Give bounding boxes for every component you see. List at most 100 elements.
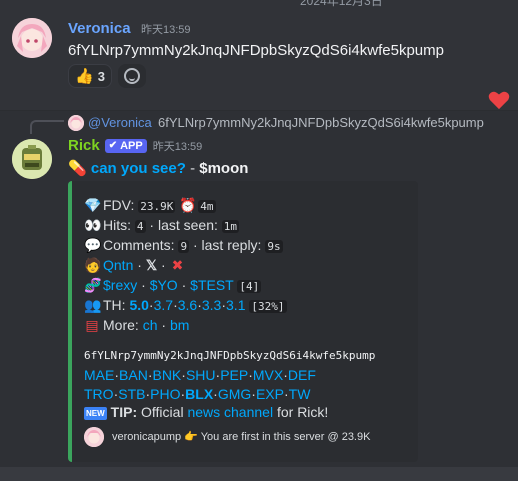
busts-icon: 👥 (84, 297, 102, 313)
contract-address[interactable]: 6fYLNrp7ymmNy2kJnqJNFDpbSkyzQdS6i4kwfe5k… (84, 349, 375, 362)
message-veronica[interactable]: Veronica 昨天13:59 6fYLNrp7ymmNy2kJnqJNFDp… (0, 14, 518, 110)
last-seen-value: 1m (221, 220, 240, 233)
composer-edge (0, 467, 518, 481)
news-channel-link[interactable]: news channel (187, 404, 273, 420)
links-row-2: TRO·STB·PHO·BLX·GMG·EXP·TW (84, 386, 311, 402)
footer-text: You are first in this server @ 23.9K (200, 431, 371, 443)
add-reaction-button[interactable] (118, 64, 146, 88)
footer-avatar (84, 427, 104, 447)
comments-row: 💬 Comments: 9 · last reply: 9s (84, 237, 283, 254)
more-row: ▤ More: ch · bm (85, 317, 190, 333)
tickers-row: 🧬 $rexy · $YO · $TEST [4] (84, 277, 262, 293)
fdv-label: FDV: (103, 197, 135, 213)
person-icon: 🧑 (84, 257, 102, 273)
message-header: Veronica 昨天13:59 (68, 20, 191, 38)
link-mvx[interactable]: MVX (253, 367, 283, 383)
reaction-count: 3 (97, 68, 105, 84)
thumbs-up-icon: 👍 (75, 68, 94, 85)
link-gmg[interactable]: GMG (218, 386, 251, 402)
link-def[interactable]: DEF (288, 367, 316, 383)
age-value: 4m (198, 200, 216, 213)
headline-separator: - (185, 160, 200, 177)
hits-value: 4 (134, 220, 146, 233)
tip-suffix: for Rick! (276, 404, 329, 420)
socials-row: 🧑 Qntn · 𝕏 · ✖ (84, 257, 189, 274)
reply-author[interactable]: @Veronica (88, 115, 152, 130)
diamond-icon: 💎 (84, 197, 102, 213)
discord-chat-view: 2024年12月3日 Veronica 昨天13:59 6fYLNrp7ymmN… (0, 0, 518, 481)
last-reply-value: 9s (265, 240, 283, 253)
reply-preview[interactable]: 6fYLNrp7ymmNy2kJnqJNFDpbSkyzQdS6i4kwfe5k… (158, 115, 484, 130)
hand-pointing-icon: 👉 (184, 431, 201, 443)
link-shu[interactable]: SHU (186, 367, 216, 383)
hits-label: Hits: (103, 217, 131, 233)
link-blx[interactable]: BLX (185, 386, 213, 402)
link-stb[interactable]: STB (118, 386, 145, 402)
last-reply-label: · last reply: (192, 237, 262, 253)
tip-label: TIP: (110, 404, 138, 420)
link-pep[interactable]: PEP (220, 367, 248, 383)
smile-icon (124, 68, 140, 84)
app-badge-label: APP (120, 139, 143, 152)
avatar-rick[interactable] (12, 139, 52, 179)
eyes-icon: 👀 (84, 217, 102, 233)
pill-icon: 💊 (68, 160, 87, 177)
token-embed: 💎 FDV: 23.9K ⏰ 4m 👀 Hits: 4 · last seen: 1m… (68, 181, 418, 462)
author-name[interactable]: Veronica (68, 20, 131, 37)
links-row-1: MAE·BAN·BNK·SHU·PEP·MVX·DEF (84, 367, 316, 383)
date-divider: 2024年12月3日 (300, 0, 383, 8)
th-label: TH: (103, 297, 126, 313)
rick-headline: 💊 can you see? - $moon (68, 159, 248, 177)
author-name-rick[interactable]: Rick (68, 137, 100, 154)
abacus-icon: ▤ (85, 317, 99, 333)
link-bnk[interactable]: BNK (152, 367, 181, 383)
link-pho[interactable]: PHO (150, 386, 180, 402)
new-badge-icon: NEW (84, 406, 107, 420)
message-header-rick: Rick ✔ APP 昨天13:59 (68, 137, 202, 154)
check-icon: ✔ (108, 140, 118, 151)
more-link-ch[interactable]: ch (143, 317, 158, 333)
ticker-rexy[interactable]: $rexy (103, 277, 137, 293)
ticker-test[interactable]: $TEST (190, 277, 233, 293)
footer-user: veronicapump (112, 431, 182, 443)
heart-reaction-icon[interactable] (488, 90, 510, 110)
th-value-2[interactable]: 3.7 (154, 297, 173, 313)
alarm-clock-icon: ⏰ (179, 197, 197, 213)
ticker-moon: $moon (199, 160, 249, 177)
reaction-thumbs-up[interactable]: 👍 3 (68, 64, 112, 88)
tickers-count: [4] (237, 280, 262, 293)
timestamp-rick[interactable]: 昨天13:59 (153, 138, 203, 154)
more-label: More: (103, 317, 139, 333)
can-you-see-link[interactable]: can you see? (91, 160, 186, 177)
no-telegram-icon: ✖ (171, 257, 184, 273)
fdv-row: 💎 FDV: 23.9K ⏰ 4m (84, 197, 216, 214)
link-tro[interactable]: TRO (84, 386, 114, 402)
link-mae[interactable]: MAE (84, 367, 114, 383)
tip-row: NEW TIP: Official news channel for Rick! (84, 404, 328, 420)
th-value-4[interactable]: 3.3 (202, 297, 221, 313)
th-value-3[interactable]: 3.6 (178, 297, 197, 313)
th-percent: [32%] (249, 300, 287, 313)
last-seen-label: · last seen: (149, 217, 218, 233)
app-badge: ✔ APP (104, 138, 147, 153)
link-tw[interactable]: TW (289, 386, 311, 402)
tip-text: Official (141, 404, 184, 420)
ticker-yo[interactable]: $YO (150, 277, 178, 293)
embed-footer: veronicapump 👉 You are first in this ser… (112, 430, 370, 443)
hits-row: 👀 Hits: 4 · last seen: 1m (84, 217, 240, 234)
link-ban[interactable]: BAN (119, 367, 148, 383)
speech-bubble-icon: 💬 (84, 237, 102, 253)
th-value-5[interactable]: 3.1 (226, 297, 245, 313)
message-content: 6fYLNrp7ymmNy2kJnqJNFDpbSkyzQdS6i4kwfe5k… (68, 42, 444, 59)
fdv-value: 23.9K (138, 200, 176, 213)
reply-avatar (68, 115, 84, 131)
x-link[interactable]: 𝕏 (146, 257, 157, 273)
more-link-bm[interactable]: bm (170, 317, 189, 333)
comments-value: 9 (178, 240, 190, 253)
avatar-veronica[interactable] (12, 18, 52, 58)
timestamp[interactable]: 昨天13:59 (141, 24, 191, 36)
th-row: 👥 TH: 5.0·3.7·3.6·3.3·3.1 [32%] (84, 297, 287, 313)
th-value-1[interactable]: 5.0 (129, 297, 148, 313)
link-exp[interactable]: EXP (256, 386, 284, 402)
qntn-link[interactable]: Qntn (103, 257, 133, 273)
